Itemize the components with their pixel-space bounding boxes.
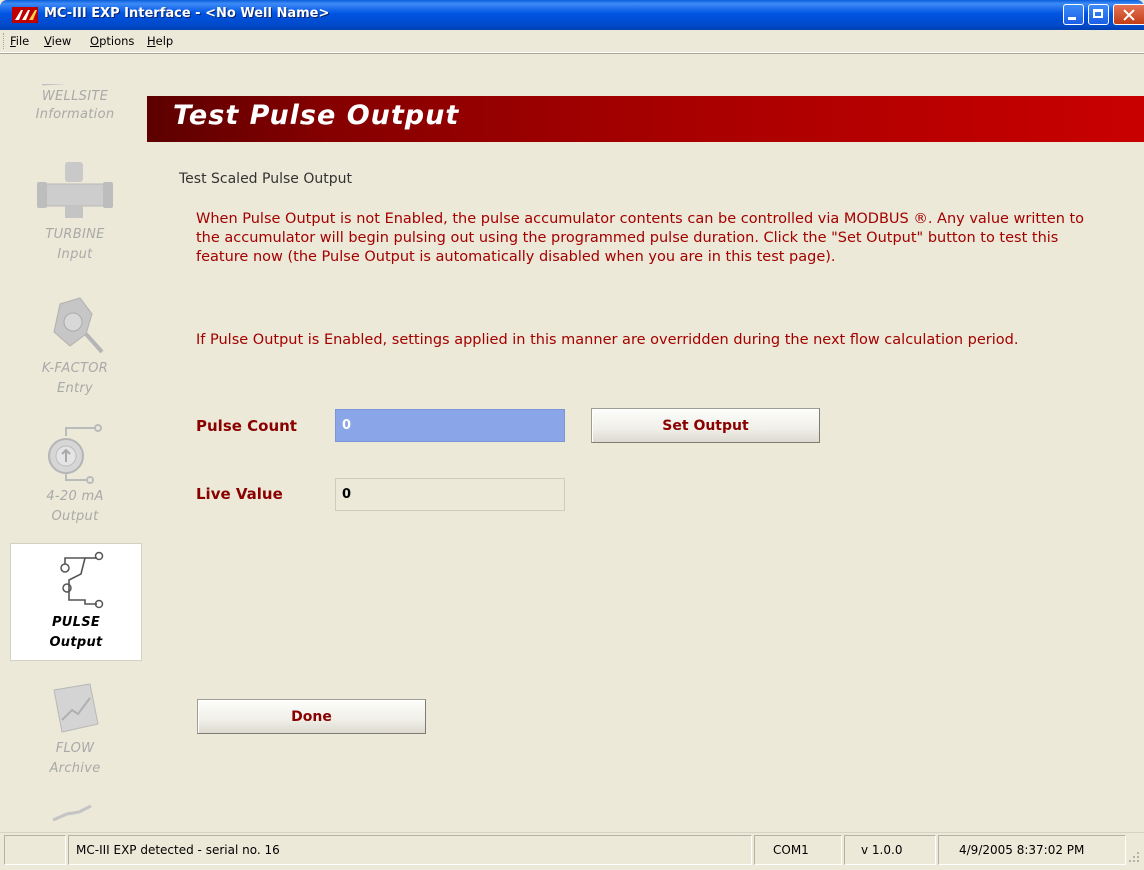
sidebar-item-label: Entry bbox=[56, 381, 94, 396]
sidebar-item-turbine[interactable]: TURBINE Input bbox=[10, 162, 140, 282]
sidebar-item-wellsite[interactable]: WELLSITE Information bbox=[10, 84, 140, 138]
status-datetime: 4/9/2005 8:37:02 PM bbox=[938, 835, 1126, 865]
chart-icon bbox=[53, 683, 99, 733]
resize-grip-icon[interactable] bbox=[1128, 851, 1140, 863]
k-factor-icon bbox=[53, 297, 104, 354]
live-value-field: 0 bbox=[335, 478, 565, 511]
pulse-count-label: Pulse Count bbox=[196, 417, 297, 435]
menu-grip bbox=[3, 33, 7, 49]
pulse-icon bbox=[60, 551, 104, 609]
sidebar-item-k-factor[interactable]: K-FACTOR Entry bbox=[10, 294, 140, 414]
status-port: COM1 bbox=[754, 835, 842, 865]
sidebar-item-label: Archive bbox=[49, 761, 101, 776]
sidebar-item-label: TURBINE bbox=[45, 227, 105, 242]
page-header-banner: Test Pulse Output bbox=[147, 96, 1144, 142]
sidebar-item-pulse[interactable]: PULSE Output bbox=[10, 543, 142, 661]
live-value-label: Live Value bbox=[196, 485, 283, 503]
sidebar-nav: WELLSITE Information TURBINE Input K-FAC… bbox=[8, 84, 144, 833]
menu-file[interactable]: File bbox=[10, 34, 29, 48]
menu-view[interactable]: View bbox=[44, 34, 71, 48]
done-button[interactable]: Done bbox=[197, 699, 426, 734]
override-note-paragraph: If Pulse Output is Enabled, settings app… bbox=[196, 332, 1019, 348]
sidebar-item-flow[interactable]: FLOW Archive bbox=[10, 680, 140, 790]
sidebar-item-4-20ma[interactable]: 4-20 mA Output bbox=[10, 422, 140, 542]
instructions-paragraph: When Pulse Output is not Enabled, the pu… bbox=[196, 211, 1085, 265]
sidebar-item-label: PULSE bbox=[51, 615, 101, 630]
sidebar-item-label: 4-20 mA bbox=[46, 489, 104, 504]
section-title: Test Scaled Pulse Output bbox=[179, 171, 352, 187]
maximize-icon[interactable] bbox=[1088, 4, 1109, 25]
minimize-icon[interactable] bbox=[1063, 4, 1084, 25]
status-version: v 1.0.0 bbox=[844, 835, 936, 865]
set-output-button[interactable]: Set Output bbox=[591, 408, 820, 443]
status-panel-empty bbox=[4, 835, 66, 865]
turbine-icon bbox=[37, 162, 113, 218]
partial-icon bbox=[52, 804, 92, 822]
sidebar-item-label: Input bbox=[57, 247, 93, 262]
app-logo-icon bbox=[12, 7, 38, 23]
status-message: MC-III EXP detected - serial no. 16 bbox=[68, 835, 752, 865]
sidebar-item-label: Output bbox=[51, 509, 99, 524]
close-icon[interactable] bbox=[1113, 4, 1144, 25]
menu-options[interactable]: Options bbox=[90, 34, 134, 48]
sidebar-item-more[interactable] bbox=[10, 802, 140, 833]
sidebar-item-label: Output bbox=[49, 635, 103, 650]
title-bar[interactable]: MC-III EXP Interface - <No Well Name> bbox=[0, 0, 1144, 30]
page-title: Test Pulse Output bbox=[173, 100, 460, 131]
sidebar-item-label: K-FACTOR bbox=[41, 361, 109, 376]
menu-bar: File View Options Help bbox=[0, 30, 1144, 53]
status-bar: MC-III EXP detected - serial no. 16 COM1… bbox=[0, 832, 1144, 870]
sidebar-item-label: FLOW bbox=[55, 741, 95, 756]
sidebar-item-label: Information bbox=[35, 107, 115, 122]
menu-help[interactable]: Help bbox=[147, 34, 173, 48]
window-title: MC-III EXP Interface - <No Well Name> bbox=[44, 6, 330, 21]
pulse-count-input[interactable]: 0 bbox=[335, 409, 565, 442]
gauge-icon bbox=[48, 424, 102, 484]
